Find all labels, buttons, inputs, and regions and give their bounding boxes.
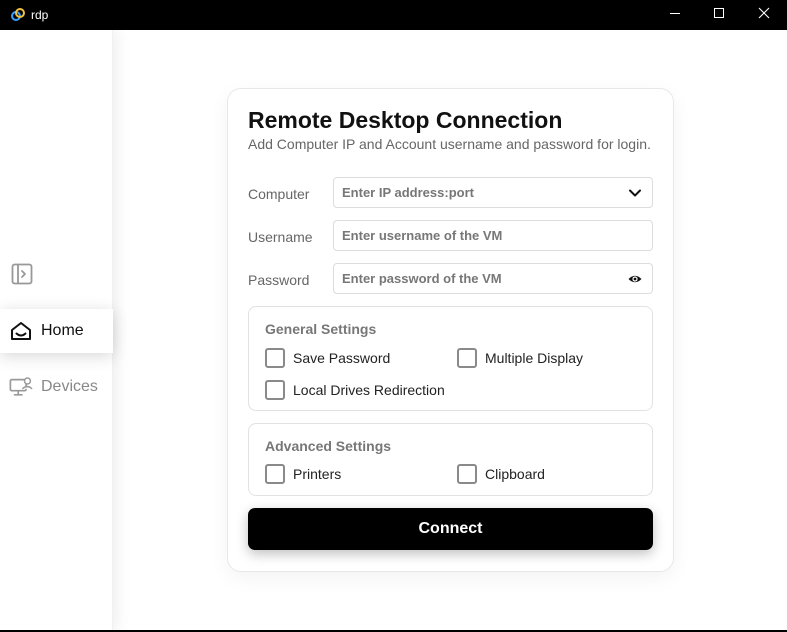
save-password-label: Save Password — [293, 350, 391, 366]
close-button[interactable] — [741, 0, 787, 30]
password-input[interactable] — [334, 264, 652, 293]
local-drives-checkbox[interactable] — [265, 380, 285, 400]
local-drives-option[interactable]: Local Drives Redirection — [265, 380, 445, 400]
computer-field — [333, 177, 653, 208]
multiple-display-option[interactable]: Multiple Display — [457, 348, 583, 368]
advanced-settings-title: Advanced Settings — [265, 438, 392, 454]
clipboard-label: Clipboard — [485, 466, 545, 482]
page-title: Remote Desktop Connection — [248, 107, 563, 133]
sidebar-item-devices[interactable]: Devices — [0, 365, 113, 409]
connection-card: Remote Desktop Connection Add Computer I… — [227, 88, 674, 572]
sidebar-item-label: Home — [41, 322, 84, 339]
general-settings-group: General Settings Save Password Multiple … — [248, 306, 653, 411]
username-field — [333, 220, 653, 251]
save-password-checkbox[interactable] — [265, 348, 285, 368]
sidebar-expand-icon — [10, 263, 34, 290]
minimize-button[interactable] — [652, 0, 698, 30]
sidebar: Home Devices — [0, 30, 113, 630]
minimize-icon — [669, 6, 681, 24]
sidebar-item-label: Devices — [41, 378, 98, 395]
multiple-display-label: Multiple Display — [485, 350, 584, 366]
maximize-icon — [713, 6, 725, 24]
computer-input[interactable] — [334, 178, 652, 207]
link-icon — [10, 7, 26, 23]
page-subtitle: Add Computer IP and Account username and… — [248, 136, 651, 152]
clipboard-checkbox[interactable] — [457, 464, 477, 484]
home-icon — [9, 319, 33, 343]
general-settings-title: General Settings — [265, 321, 377, 337]
password-field — [333, 263, 653, 294]
printers-checkbox[interactable] — [265, 464, 285, 484]
eye-icon[interactable] — [628, 272, 642, 286]
username-label: Username — [248, 229, 313, 245]
title-bar: rdp — [0, 0, 787, 30]
username-input[interactable] — [334, 221, 652, 250]
printers-option[interactable]: Printers — [265, 464, 341, 484]
monitor-icon — [9, 375, 33, 399]
sidebar-toggle-button[interactable] — [10, 262, 34, 286]
printers-label: Printers — [293, 466, 342, 482]
sidebar-item-home[interactable]: Home — [0, 309, 113, 353]
chevron-down-icon[interactable] — [628, 186, 642, 200]
local-drives-label: Local Drives Redirection — [293, 382, 445, 398]
maximize-button[interactable] — [696, 0, 742, 30]
close-icon — [758, 6, 770, 24]
connect-button[interactable]: Connect — [248, 508, 653, 550]
app-window: Home Devices Remote Desktop Connection A… — [0, 30, 787, 630]
password-label: Password — [248, 272, 310, 288]
computer-label: Computer — [248, 186, 310, 202]
multiple-display-checkbox[interactable] — [457, 348, 477, 368]
advanced-settings-group: Advanced Settings Printers Clipboard — [248, 423, 653, 496]
clipboard-option[interactable]: Clipboard — [457, 464, 545, 484]
window-title: rdp — [31, 8, 49, 22]
save-password-option[interactable]: Save Password — [265, 348, 390, 368]
